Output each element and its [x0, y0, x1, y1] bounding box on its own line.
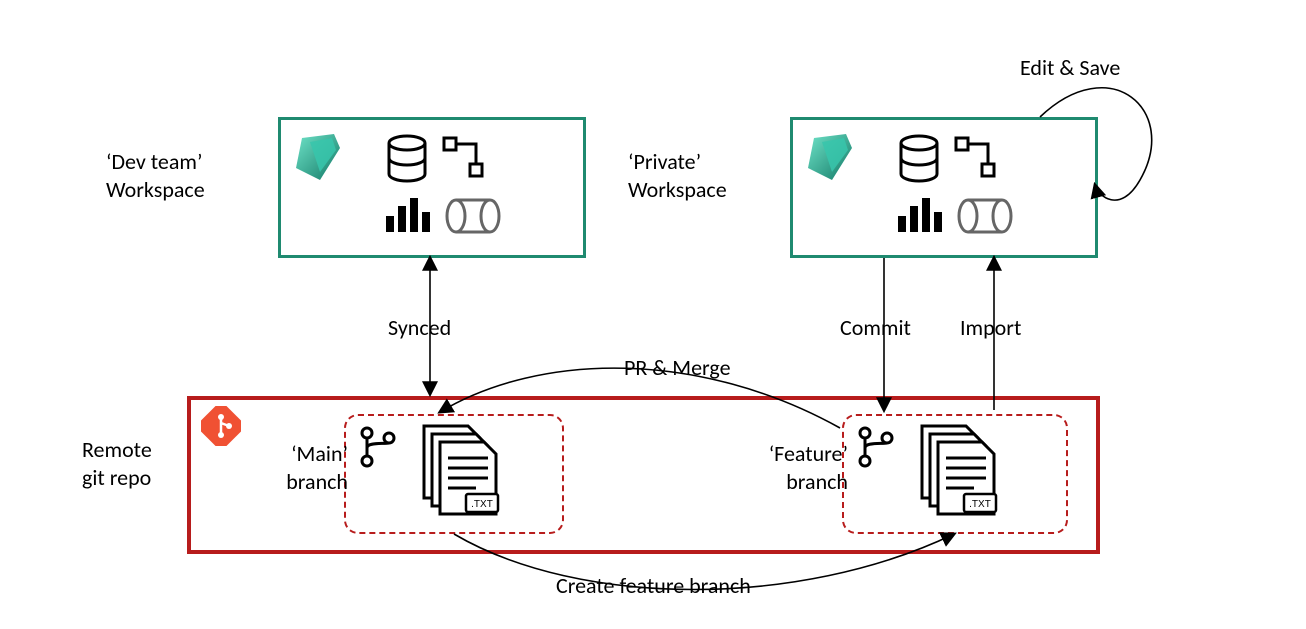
commit-label: Commit: [840, 314, 911, 342]
edit-save-loop-arrow: [1040, 88, 1152, 200]
arrows-layer: [0, 0, 1306, 629]
pr-merge-label: PR & Merge: [624, 354, 731, 382]
synced-label: Synced: [388, 314, 451, 342]
diagram-canvas: ‘Dev team’ Workspace ‘Private’ Workspace: [0, 0, 1306, 629]
create-feature-branch-label: Create feature branch: [556, 572, 751, 600]
import-label: Import: [960, 314, 1021, 342]
edit-save-label: Edit & Save: [1020, 54, 1120, 82]
